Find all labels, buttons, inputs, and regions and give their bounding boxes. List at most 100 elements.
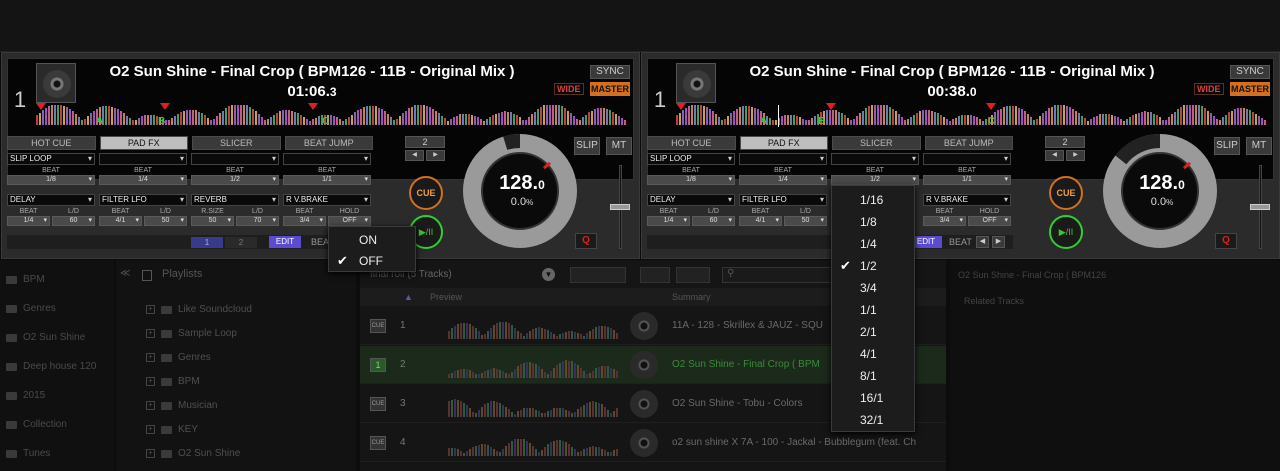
beat-next-arrow[interactable]: ▶ [992,236,1005,248]
tab-pad-fx[interactable]: PAD FX [739,136,828,150]
playlist-item[interactable]: + Musician [146,400,217,411]
waveform-overview[interactable]: A B C [36,103,632,127]
expand-icon[interactable]: + [146,401,155,410]
loop-next-icon[interactable]: ▶ [426,150,445,161]
col-preview[interactable]: Preview [430,292,462,302]
expand-icon[interactable]: + [146,329,155,338]
cue-button[interactable]: CUE [409,176,443,210]
sync-button[interactable]: SYNC [590,65,630,79]
playlist-item[interactable]: + Sample Loop [146,328,237,339]
col-summary[interactable]: Summary [672,292,711,302]
beat-option[interactable]: 8/1 [832,365,914,387]
tab-slicer[interactable]: SLICER [192,136,281,150]
playlist-item[interactable]: + Like Soundcloud [146,304,252,315]
fx-name-select[interactable]: DELAY [647,194,735,206]
fx-param-value[interactable]: 3/4 [283,216,326,226]
expand-icon[interactable]: + [146,353,155,362]
fx-param-value[interactable]: 50 [144,216,187,226]
tree-item[interactable]: BPM [6,274,45,285]
playlist-item[interactable]: + KEY [146,424,198,435]
beat-option[interactable]: 1/8 [832,211,914,233]
cue-marker-icon[interactable] [986,103,996,110]
fx-name-select[interactable]: DELAY [7,194,95,206]
fx-name-select[interactable]: FILTER LFO [739,194,827,206]
fx-name-select[interactable]: R V.BRAKE [923,194,1011,206]
grid-view-icon[interactable] [640,267,670,283]
fx-param-value[interactable]: 1/2 [191,175,279,185]
fx-param-value[interactable]: 4/1 [739,216,782,226]
jog-wheel[interactable]: 128.0 0.0% [463,134,577,248]
jog-wheel[interactable]: 128.0 0.0% [1103,134,1217,248]
cue-marker-icon[interactable] [308,103,318,110]
cue-marker-icon[interactable] [676,103,686,110]
tree-item[interactable]: O2 Sun Shine [6,332,85,343]
mt-button[interactable]: MT [606,137,632,155]
fx-param-value[interactable]: 50 [191,216,234,226]
fx-name-select[interactable] [191,153,279,165]
cue-marker-icon[interactable] [160,103,170,110]
fx-param-value[interactable]: 60 [692,216,735,226]
fx-param-value[interactable]: 1/4 [647,216,690,226]
bank-1-button[interactable]: 1 [191,237,223,248]
fx-param-value[interactable]: 1/4 [99,175,187,185]
cue-marker-icon[interactable] [36,103,46,110]
fx-name-select[interactable]: SLIP LOOP [7,153,95,165]
playlist-item[interactable]: + Genres [146,352,211,363]
fx-param-value[interactable]: OFF [328,216,371,226]
slip-button[interactable]: SLIP [1214,137,1240,155]
loop-prev-icon[interactable]: ◀ [1045,150,1064,161]
sync-button[interactable]: SYNC [1230,65,1270,79]
bank-2-button[interactable]: 2 [225,237,257,248]
fx-name-select[interactable] [739,153,827,165]
collapse-icon[interactable]: ≪ [120,268,134,280]
fx-param-value[interactable]: OFF [968,216,1011,226]
layout-icon[interactable] [676,267,710,283]
expand-icon[interactable]: + [146,449,155,458]
fx-name-select[interactable] [99,153,187,165]
fx-name-select[interactable]: REVERB [191,194,279,206]
edit-button[interactable]: EDIT [269,236,301,248]
tree-item[interactable]: Genres [6,303,56,314]
quantize-button[interactable]: Q [575,233,597,249]
expand-icon[interactable]: + [146,425,155,434]
beat-option[interactable]: 32/1 [832,409,914,431]
fx-param-value[interactable]: 1/1 [283,175,371,185]
tree-item[interactable]: Tunes [6,448,50,459]
play-pause-button[interactable]: ▶/II [1049,215,1083,249]
expand-icon[interactable]: + [146,305,155,314]
waveform-overview[interactable]: A B C [676,103,1272,127]
master-button[interactable]: MASTER [590,82,630,96]
beat-option[interactable]: 1/1 [832,299,914,321]
beat-option[interactable]: 1/16 [832,189,914,211]
beat-option[interactable]: 1/4 [832,233,914,255]
fx-param-value[interactable]: 50 [784,216,827,226]
tree-item[interactable]: Deep house 120 [6,361,96,372]
fx-name-select[interactable]: R V.BRAKE [283,194,371,206]
fx-param-value[interactable]: 3/4 [923,216,966,226]
quantize-button[interactable]: Q [1215,233,1237,249]
beat-option[interactable]: 4/1 [832,343,914,365]
beat-option[interactable]: ✔ 1/2 [832,255,914,277]
beat-option[interactable]: 3/4 [832,277,914,299]
beat-option[interactable]: 2/1 [832,321,914,343]
mt-button[interactable]: MT [1246,137,1272,155]
fx-param-value[interactable]: 60 [52,216,95,226]
fx-param-value[interactable]: 1/2 [831,175,919,185]
beat-option[interactable]: 16/1 [832,387,914,409]
expand-icon[interactable]: + [146,377,155,386]
fx-name-select[interactable] [283,153,371,165]
menu-item-on[interactable]: ON [329,230,415,250]
sort-dropdown-icon[interactable]: ▼ [542,268,555,281]
tree-item[interactable]: 2015 [6,390,45,401]
loop-length[interactable]: 2 [405,136,445,148]
fx-param-value[interactable]: 1/1 [923,175,1011,185]
slip-button[interactable]: SLIP [574,137,600,155]
tree-item[interactable]: Collection [6,419,67,430]
loop-length[interactable]: 2 [1045,136,1085,148]
view-toggle[interactable] [570,267,626,283]
tab-slicer[interactable]: SLICER [832,136,921,150]
fx-param-value[interactable]: 1/8 [647,175,735,185]
beat-prev-arrow[interactable]: ◀ [976,236,989,248]
tab-pad-fx[interactable]: PAD FX [99,136,188,150]
tab-hot-cue[interactable]: HOT CUE [7,136,96,150]
